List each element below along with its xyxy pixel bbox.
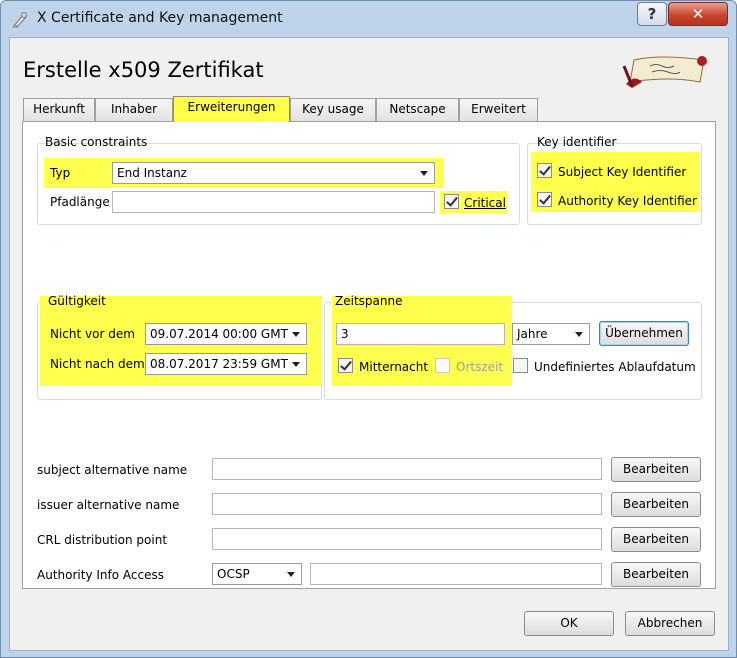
gueltigkeit-title: Gültigkeit — [48, 294, 106, 308]
chevron-down-icon — [292, 362, 300, 367]
typ-select-value: End Instanz — [117, 166, 187, 180]
tab-herkunft[interactable]: Herkunft — [23, 98, 95, 121]
critical-label: Critical — [464, 196, 506, 210]
typ-label: Typ — [50, 166, 71, 180]
aia-edit-button[interactable]: Bearbeiten — [611, 562, 701, 587]
undefiniertes-ablaufdatum-label: Undefiniertes Ablaufdatum — [534, 360, 696, 374]
subject-key-identifier-checkbox[interactable] — [537, 163, 552, 178]
key-identifier-title: Key identifier — [537, 135, 617, 149]
tab-erweiterungen[interactable]: Erweiterungen — [173, 96, 290, 122]
chevron-down-icon — [287, 572, 295, 577]
nicht-nach-label: Nicht nach dem — [50, 357, 145, 371]
ortszeit-label: Ortszeit — [456, 360, 504, 374]
cancel-button[interactable]: Abbrechen — [625, 611, 715, 636]
ian-input[interactable] — [212, 493, 602, 515]
scroll-logo-icon — [622, 56, 707, 88]
tab-erweitert[interactable]: Erweitert — [459, 98, 538, 121]
dialog-window: X Certificate and Key management ? ✕ Ers… — [0, 0, 737, 658]
aia-label: Authority Info Access — [37, 568, 164, 582]
aia-input[interactable] — [310, 563, 602, 585]
window-title: X Certificate and Key management — [37, 10, 283, 26]
ok-button[interactable]: OK — [524, 611, 614, 636]
crl-edit-button[interactable]: Bearbeiten — [611, 527, 701, 552]
san-input[interactable] — [212, 458, 602, 480]
nicht-vor-value: 09.07.2014 00:00 GMT — [150, 327, 288, 341]
page-title: Erstelle x509 Zertifikat — [23, 58, 264, 82]
pfadlaenge-input[interactable] — [112, 191, 435, 213]
help-button[interactable]: ? — [637, 2, 667, 26]
nicht-vor-datetime[interactable]: 09.07.2014 00:00 GMT — [145, 323, 307, 345]
authority-key-identifier-checkbox[interactable] — [537, 192, 552, 207]
tab-netscape[interactable]: Netscape — [376, 98, 459, 121]
dialog-client: Erstelle x509 Zertifikat Herkunft Inhabe… — [9, 37, 729, 651]
tab-inhaber[interactable]: Inhaber — [95, 98, 173, 121]
typ-select[interactable]: End Instanz — [112, 162, 435, 184]
ian-label: issuer alternative name — [37, 498, 180, 512]
ian-edit-button[interactable]: Bearbeiten — [611, 492, 701, 517]
authority-key-identifier-label: Authority Key Identifier — [558, 194, 697, 208]
zeitspanne-input[interactable]: 3 — [336, 323, 505, 345]
nicht-nach-value: 08.07.2017 23:59 GMT — [150, 357, 288, 371]
san-label: subject alternative name — [37, 463, 188, 477]
title-bar[interactable]: X Certificate and Key management ? ✕ — [1, 1, 736, 37]
tab-key-usage[interactable]: Key usage — [290, 98, 376, 121]
nicht-vor-label: Nicht vor dem — [50, 327, 135, 341]
aia-method-select[interactable]: OCSP — [212, 563, 302, 585]
san-edit-button[interactable]: Bearbeiten — [611, 457, 701, 482]
chevron-down-icon — [575, 332, 583, 337]
crl-label: CRL distribution point — [37, 533, 168, 547]
app-icon — [12, 12, 27, 29]
mitternacht-checkbox[interactable] — [338, 358, 353, 373]
basic-constraints-title: Basic constraints — [45, 135, 148, 149]
chevron-down-icon — [292, 332, 300, 337]
critical-checkbox[interactable] — [444, 194, 459, 209]
undefiniertes-ablaufdatum-checkbox[interactable] — [513, 358, 528, 373]
apply-button[interactable]: Übernehmen — [599, 321, 689, 346]
nicht-nach-datetime[interactable]: 08.07.2017 23:59 GMT — [145, 353, 307, 375]
ortszeit-checkbox[interactable] — [435, 358, 450, 373]
close-button[interactable]: ✕ — [668, 2, 728, 26]
pfadlaenge-label: Pfadlänge — [50, 195, 110, 209]
zeitspanne-unit-value: Jahre — [517, 327, 548, 341]
zeitspanne-unit-select[interactable]: Jahre — [512, 323, 590, 345]
subject-key-identifier-label: Subject Key Identifier — [558, 165, 687, 179]
zeitspanne-title: Zeitspanne — [335, 294, 403, 308]
chevron-down-icon — [420, 171, 428, 176]
aia-method-value: OCSP — [217, 567, 250, 581]
crl-input[interactable] — [212, 528, 602, 550]
extensions-panel: Basic constraints Typ End Instanz Pfadlä… — [22, 121, 716, 589]
mitternacht-label: Mitternacht — [359, 360, 429, 374]
